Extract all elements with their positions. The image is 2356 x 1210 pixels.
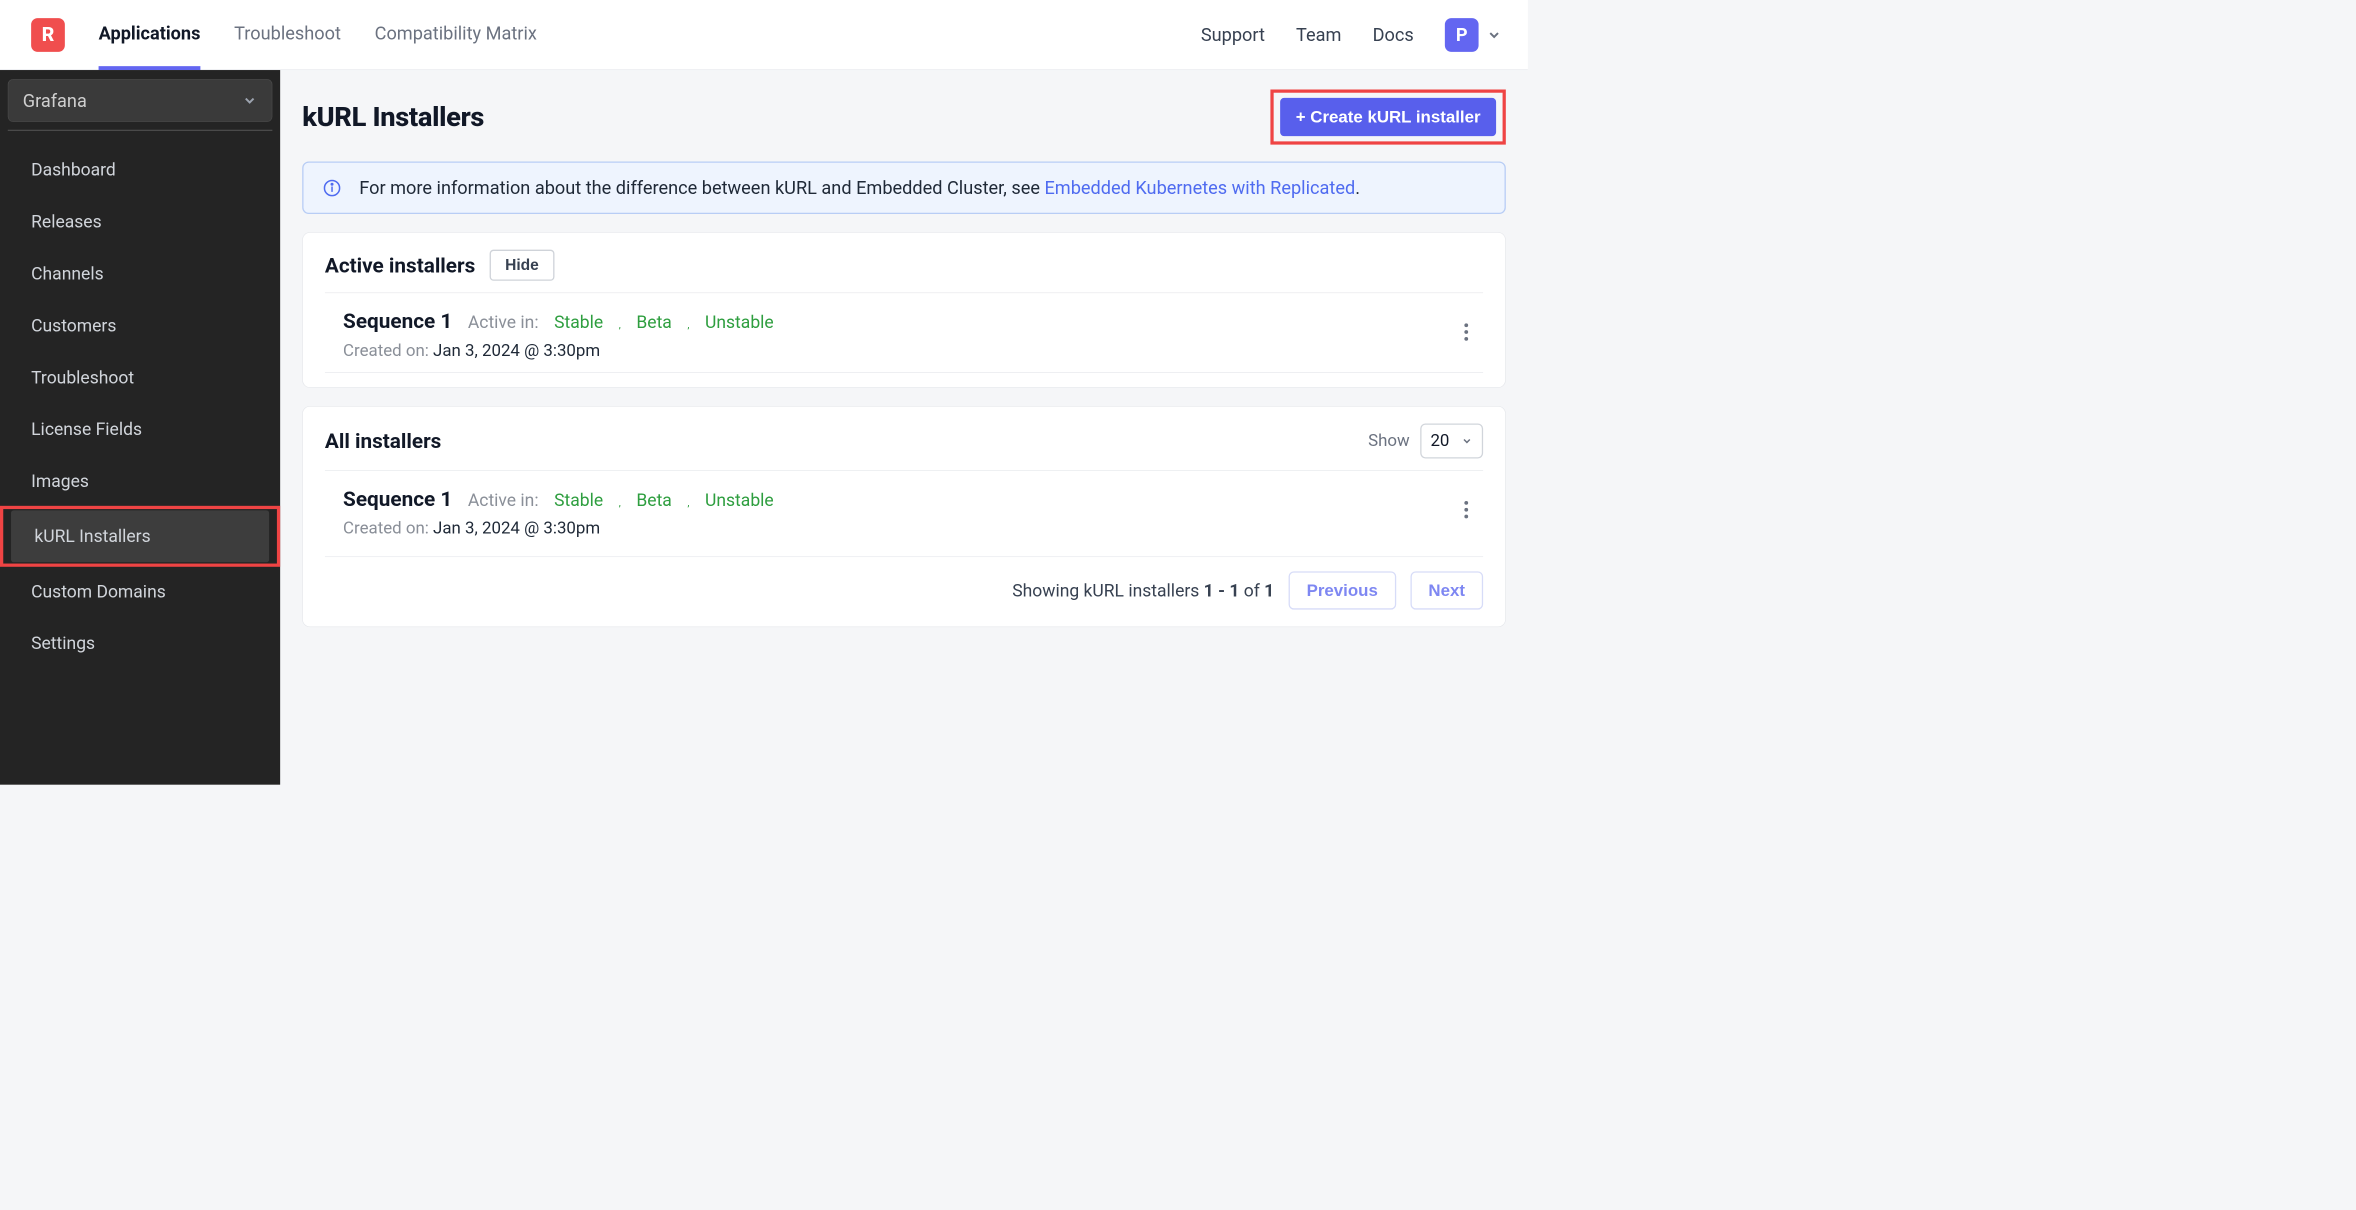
divider xyxy=(325,556,1483,557)
avatar: P xyxy=(1445,18,1479,52)
page-title: kURL Installers xyxy=(302,101,484,133)
pagination: Showing kURL installers 1 - 1 of 1 Previ… xyxy=(325,571,1483,614)
created-label: Created on: xyxy=(343,341,429,360)
chevron-down-icon xyxy=(242,93,258,109)
all-installers-card: All installers Show 20 Sequence 1 Active… xyxy=(302,406,1506,627)
divider xyxy=(325,372,1483,373)
channel-beta[interactable]: Beta xyxy=(636,490,671,511)
topnav-compat-matrix[interactable]: Compatibility Matrix xyxy=(375,0,537,70)
created-line: Created on: Jan 3, 2024 @ 3:30pm xyxy=(343,341,774,360)
pagination-total: 1 xyxy=(1264,580,1274,601)
app-selector[interactable]: Grafana xyxy=(8,79,273,122)
installer-row: Sequence 1 Active in: Stable, Beta, Unst… xyxy=(325,306,1483,372)
channel-beta[interactable]: Beta xyxy=(636,312,671,333)
page-header: kURL Installers + Create kURL installer xyxy=(302,89,1506,144)
sequence-name: Sequence 1 xyxy=(343,309,452,334)
highlight-box: + Create kURL installer xyxy=(1270,89,1505,144)
channel-stable[interactable]: Stable xyxy=(554,490,603,511)
divider xyxy=(325,292,1483,293)
create-kurl-installer-button[interactable]: + Create kURL installer xyxy=(1280,98,1496,136)
active-installers-card: Active installers Hide Sequence 1 Active… xyxy=(302,232,1506,388)
info-text-prefix: For more information about the differenc… xyxy=(359,177,1044,198)
channel-unstable[interactable]: Unstable xyxy=(705,312,774,333)
topright-team[interactable]: Team xyxy=(1296,24,1341,45)
card-title: Active installers xyxy=(325,253,475,278)
topnav-applications[interactable]: Applications xyxy=(99,0,201,70)
sidebar-item-kurl-installers[interactable]: kURL Installers xyxy=(11,510,269,562)
created-line: Created on: Jan 3, 2024 @ 3:30pm xyxy=(343,519,774,538)
topnav: Applications Troubleshoot Compatibility … xyxy=(99,0,537,70)
show-label: Show xyxy=(1368,431,1410,450)
created-value: Jan 3, 2024 @ 3:30pm xyxy=(433,341,600,360)
topnav-troubleshoot[interactable]: Troubleshoot xyxy=(234,0,341,70)
topright-support[interactable]: Support xyxy=(1201,24,1265,45)
sidebar-item-images[interactable]: Images xyxy=(8,455,273,507)
sidebar-item-customers[interactable]: Customers xyxy=(8,300,273,352)
pagination-range: 1 - 1 xyxy=(1204,580,1240,601)
installer-row: Sequence 1 Active in: Stable, Beta, Unst… xyxy=(325,484,1483,550)
card-title: All installers xyxy=(325,429,441,454)
info-icon xyxy=(323,179,341,197)
logo[interactable]: R xyxy=(31,18,65,52)
active-in-label: Active in: xyxy=(468,490,539,511)
hide-button[interactable]: Hide xyxy=(490,250,555,281)
app-selector-label: Grafana xyxy=(23,90,87,111)
pagination-text: Showing kURL installers 1 - 1 of 1 xyxy=(1012,580,1274,601)
info-banner: For more information about the differenc… xyxy=(302,161,1506,214)
topright-docs[interactable]: Docs xyxy=(1373,24,1414,45)
info-link[interactable]: Embedded Kubernetes with Replicated xyxy=(1044,177,1355,198)
created-value: Jan 3, 2024 @ 3:30pm xyxy=(433,519,600,538)
sidebar-item-releases[interactable]: Releases xyxy=(8,196,273,248)
highlight-box: kURL Installers xyxy=(0,506,280,567)
chevron-down-icon xyxy=(1461,435,1473,447)
topbar: R Applications Troubleshoot Compatibilit… xyxy=(0,0,1528,70)
channel-unstable[interactable]: Unstable xyxy=(705,490,774,511)
sidebar-item-channels[interactable]: Channels xyxy=(8,248,273,300)
page-size-select[interactable]: 20 xyxy=(1420,423,1483,458)
channel-stable[interactable]: Stable xyxy=(554,312,603,333)
next-button[interactable]: Next xyxy=(1410,571,1483,609)
chevron-down-icon xyxy=(1486,27,1502,43)
row-menu-button[interactable] xyxy=(1456,499,1477,520)
topbar-left: R Applications Troubleshoot Compatibilit… xyxy=(31,0,537,70)
info-text-suffix: . xyxy=(1355,177,1360,198)
sidebar: Grafana Dashboard Releases Channels Cust… xyxy=(0,70,280,785)
divider xyxy=(325,470,1483,471)
row-menu-button[interactable] xyxy=(1456,322,1477,343)
kebab-icon xyxy=(1464,323,1469,341)
card-header: Active installers Hide xyxy=(325,250,1483,281)
sidebar-item-troubleshoot[interactable]: Troubleshoot xyxy=(8,351,273,403)
created-label: Created on: xyxy=(343,519,429,538)
previous-button[interactable]: Previous xyxy=(1288,571,1396,609)
divider xyxy=(8,130,273,131)
user-menu[interactable]: P xyxy=(1445,18,1502,52)
sidebar-item-dashboard[interactable]: Dashboard xyxy=(8,144,273,196)
pagination-of: of xyxy=(1239,580,1264,601)
sequence-name: Sequence 1 xyxy=(343,486,452,511)
page-size-value: 20 xyxy=(1430,431,1449,450)
topbar-right: Support Team Docs P xyxy=(1201,18,1502,52)
sidebar-item-custom-domains[interactable]: Custom Domains xyxy=(8,565,273,617)
kebab-icon xyxy=(1464,501,1469,519)
active-in-label: Active in: xyxy=(468,312,539,333)
info-text: For more information about the differenc… xyxy=(359,177,1360,198)
sidebar-item-settings[interactable]: Settings xyxy=(8,617,273,669)
main: kURL Installers + Create kURL installer … xyxy=(280,70,1528,785)
sidebar-item-license-fields[interactable]: License Fields xyxy=(8,403,273,455)
card-header: All installers Show 20 xyxy=(325,423,1483,458)
pagination-prefix: Showing kURL installers xyxy=(1012,580,1203,601)
